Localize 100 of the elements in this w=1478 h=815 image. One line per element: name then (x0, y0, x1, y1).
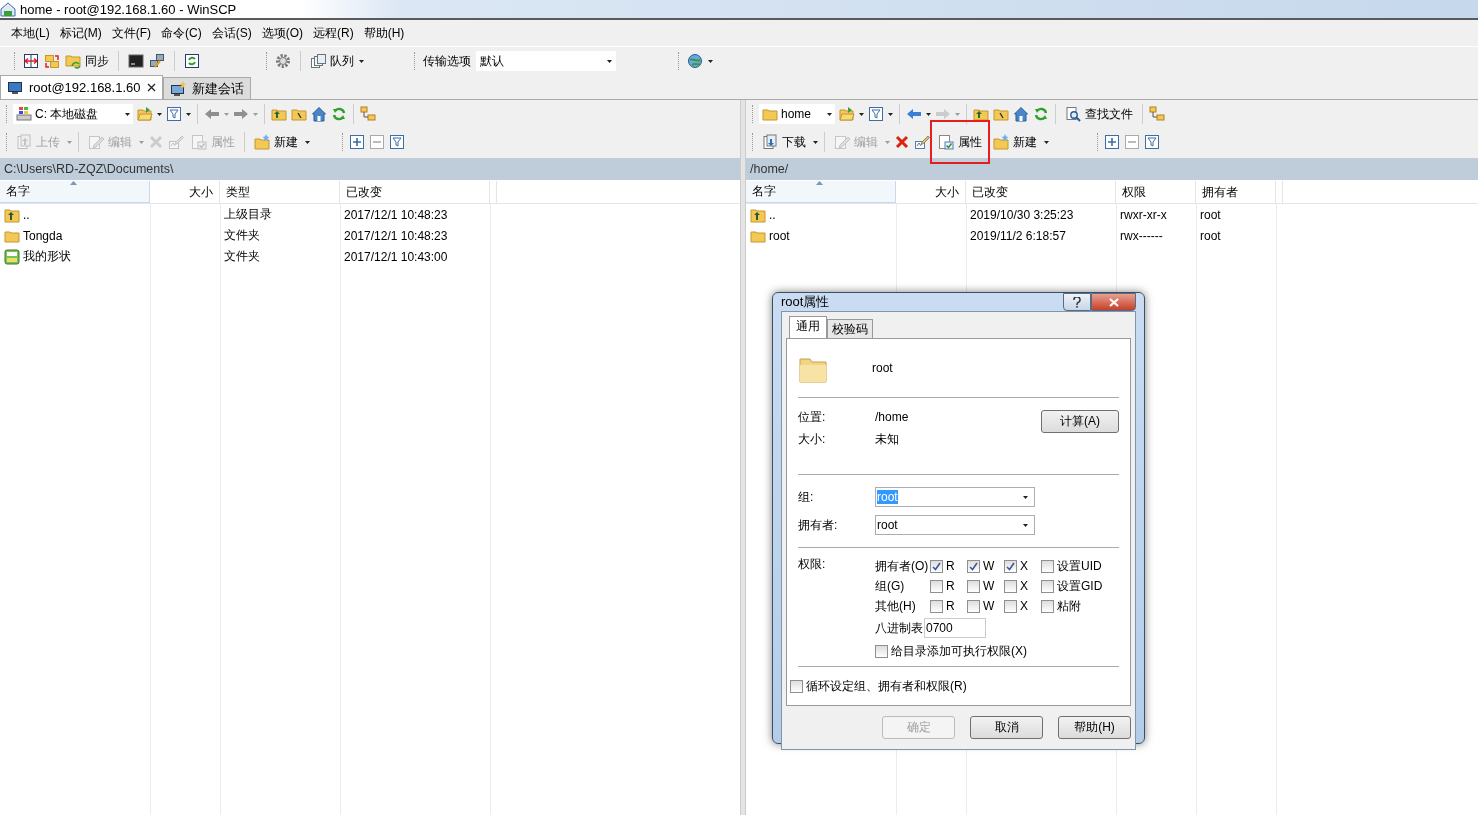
toolbar-button[interactable]: 新建 (251, 130, 301, 154)
octal-field[interactable]: 0700 (924, 618, 986, 638)
caret-icon[interactable] (186, 112, 191, 116)
checkbox[interactable] (1004, 559, 1017, 573)
caret-icon[interactable] (359, 59, 364, 63)
dialog-button[interactable]: 取消 (970, 716, 1043, 739)
download-icon (762, 134, 778, 150)
close-button[interactable] (1091, 293, 1136, 311)
tree-icon (1149, 106, 1165, 122)
column-header[interactable]: 已改变 (340, 181, 490, 203)
dialog-tab[interactable]: 校验码 (827, 319, 873, 338)
shape-folder-icon (4, 248, 20, 265)
caret-icon[interactable] (708, 59, 713, 63)
dialog-tab[interactable]: 通用 (789, 316, 827, 338)
root-folder-icon (291, 106, 307, 122)
plus-box-icon (1104, 134, 1120, 150)
column-header[interactable]: 权限 (1116, 181, 1196, 203)
caret-icon[interactable] (157, 112, 162, 116)
column-header[interactable]: 拥有者 (1196, 181, 1276, 203)
table-cell: 文件夹 (224, 248, 260, 265)
checkbox[interactable] (930, 559, 943, 573)
queue-button[interactable]: 队列 (310, 52, 354, 70)
reload-icon (184, 53, 200, 69)
column-header[interactable]: 已改变 (966, 181, 1116, 203)
menu-item[interactable]: 标记(M) (54, 24, 107, 42)
menu-item[interactable]: 文件(F) (106, 24, 156, 42)
checkbox[interactable] (930, 579, 943, 593)
edit-icon (88, 134, 104, 150)
caret-icon[interactable] (813, 140, 818, 144)
dialog-button[interactable]: 帮助(H) (1058, 716, 1131, 739)
toolbar-button[interactable]: 下载 (759, 130, 809, 154)
caret-icon[interactable] (827, 112, 832, 116)
caret-icon[interactable] (1023, 495, 1028, 499)
minus-box-icon (1124, 134, 1140, 150)
back-arrow-icon (204, 106, 220, 122)
checkbox-label: R (946, 559, 955, 573)
checkbox[interactable] (1041, 559, 1054, 573)
menu-item[interactable]: 本地(L) (6, 24, 55, 42)
caret-icon[interactable] (125, 112, 130, 116)
delete-icon (894, 134, 910, 150)
menu-item[interactable]: 选项(O) (256, 24, 308, 42)
checkbox-label: X (1020, 579, 1028, 593)
menu-item[interactable]: 远程(R) (308, 24, 359, 42)
caret-icon[interactable] (926, 112, 931, 116)
caret-icon[interactable] (607, 59, 612, 63)
close-icon[interactable] (146, 83, 156, 92)
checkbox[interactable] (967, 579, 980, 593)
checkbox[interactable] (1004, 599, 1017, 613)
sort-arrow-icon (70, 181, 77, 185)
close-icon (1108, 297, 1119, 307)
checkbox[interactable] (967, 599, 980, 613)
table-cell: 文件夹 (224, 227, 260, 244)
caret-icon[interactable] (888, 112, 893, 116)
find-files-button[interactable]: 查找文件 (1062, 102, 1136, 126)
caret-icon[interactable] (305, 140, 310, 144)
help-button[interactable] (1063, 293, 1091, 311)
table-cell: 2019/11/2 6:18:57 (970, 228, 1066, 243)
column-header[interactable]: 名字 (746, 181, 896, 203)
calculate-button[interactable]: 计算(A) (1041, 410, 1119, 433)
forward-arrow-icon (233, 106, 249, 122)
checkbox[interactable] (1004, 579, 1017, 593)
caret-icon[interactable] (1044, 140, 1049, 144)
plus-box-icon (349, 134, 365, 150)
menu-item[interactable]: 帮助(H) (358, 24, 410, 42)
sync-button[interactable]: 同步 (65, 52, 109, 70)
transfer-select[interactable]: 默认 (476, 51, 616, 71)
checkbox[interactable] (790, 679, 803, 693)
app-icon (0, 1, 16, 17)
back-arrow-icon (906, 106, 922, 122)
forward-arrow-icon (935, 106, 951, 122)
compare-icon (23, 53, 39, 69)
toolbar-button[interactable]: 新建 (990, 130, 1040, 154)
column-header[interactable]: 名字 (0, 181, 150, 203)
combo-box[interactable]: root (875, 515, 1035, 535)
root-folder-icon (993, 106, 1009, 122)
checkbox[interactable] (875, 644, 888, 658)
menu-item[interactable]: 命令(C) (156, 24, 207, 42)
menu-item[interactable]: 会话(S) (206, 24, 257, 42)
open-folder-icon (839, 106, 855, 122)
caret-icon[interactable] (1023, 523, 1028, 527)
checkbox[interactable] (967, 559, 980, 573)
globe-icon (687, 53, 703, 69)
question-icon (1073, 296, 1081, 308)
column-header[interactable]: 大小 (150, 181, 220, 203)
window-title: home - root@192.168.1.60 - WinSCP (20, 1, 237, 17)
edit-icon (834, 134, 850, 150)
column-header[interactable]: 类型 (220, 181, 340, 203)
column-header[interactable]: 大小 (896, 181, 966, 203)
directory-select[interactable]: home (759, 104, 835, 124)
table-cell: Tongda (23, 228, 63, 243)
parent-folder-icon (271, 106, 287, 122)
drive-select[interactable]: C: 本地磁盘 (13, 104, 133, 124)
table-cell: 2019/10/30 3:25:23 (970, 207, 1074, 222)
checkbox[interactable] (1041, 599, 1054, 613)
checkbox[interactable] (1041, 579, 1054, 593)
session-tab[interactable]: 新建会话 (162, 77, 251, 99)
checkbox-label: X (1020, 559, 1028, 573)
caret-icon[interactable] (859, 112, 864, 116)
session-tab[interactable]: root@192.168.1.60 (0, 75, 163, 99)
checkbox[interactable] (930, 599, 943, 613)
